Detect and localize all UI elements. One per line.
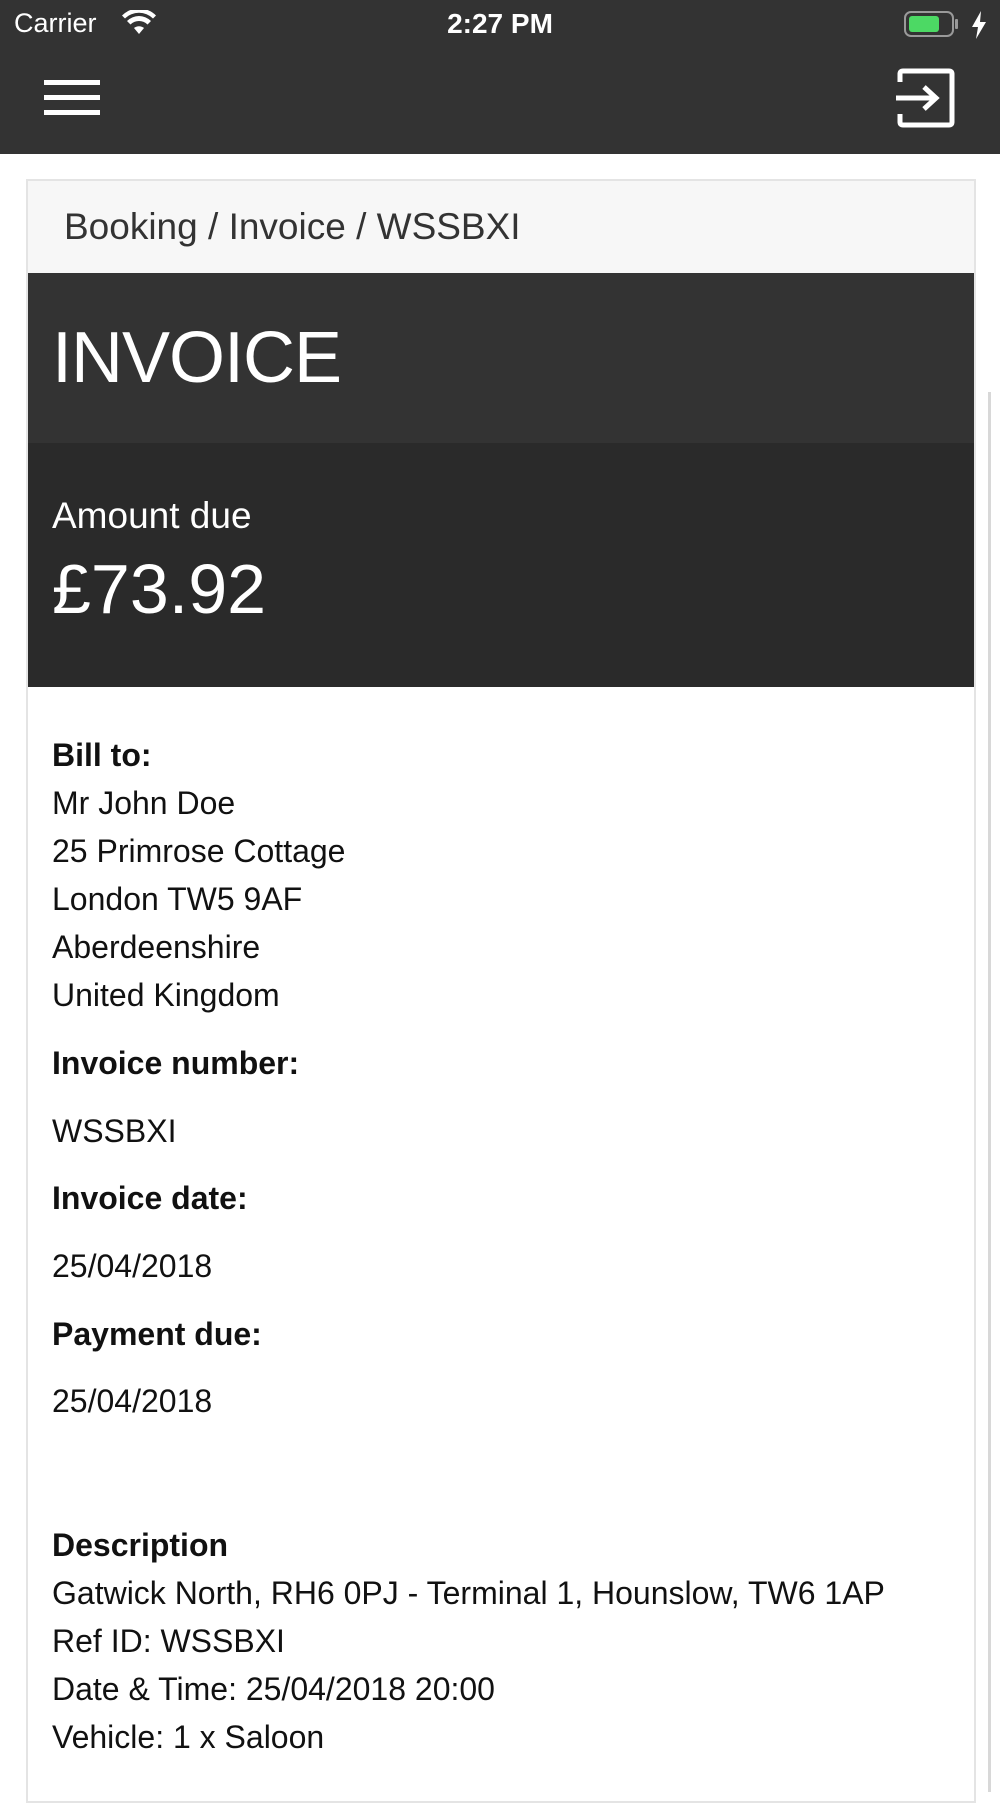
- bill-to-line: 25 Primrose Cottage: [52, 833, 346, 869]
- scrollbar[interactable]: [988, 392, 991, 1792]
- invoice-number-value: WSSBXI: [52, 1113, 177, 1149]
- payment-due-label: Payment due:: [52, 1316, 262, 1352]
- description-label: Description: [52, 1527, 229, 1563]
- bill-to-line: Aberdeenshire: [52, 929, 261, 965]
- description-line: Ref ID: WSSBXI: [52, 1623, 285, 1659]
- bill-to-line: London TW5 9AF: [52, 881, 303, 917]
- amount-due-panel: Amount due £73.92: [28, 443, 974, 687]
- breadcrumb-item-invoice[interactable]: Invoice: [229, 206, 346, 247]
- bill-to-line: United Kingdom: [52, 977, 280, 1013]
- invoice-card: Booking / Invoice / WSSBXI INVOICE Amoun…: [26, 179, 976, 1803]
- invoice-number-label: Invoice number:: [52, 1045, 300, 1081]
- invoice-date-label: Invoice date:: [52, 1180, 248, 1216]
- amount-due-label: Amount due: [52, 495, 252, 536]
- page-title: INVOICE: [52, 318, 342, 398]
- invoice-header: INVOICE: [28, 273, 974, 443]
- battery-icon: [904, 11, 958, 37]
- hamburger-menu-icon[interactable]: [44, 78, 100, 118]
- breadcrumb-item-booking[interactable]: Booking: [64, 206, 198, 247]
- description-line: Date & Time: 25/04/2018 20:00: [52, 1671, 495, 1707]
- logout-icon[interactable]: [896, 68, 956, 128]
- payment-due-value: 25/04/2018: [52, 1383, 213, 1419]
- invoice-date-value: 25/04/2018: [52, 1248, 213, 1284]
- status-bar: Carrier 2:27 PM: [0, 0, 1000, 50]
- charging-icon: [972, 11, 986, 39]
- breadcrumb-separator: /: [345, 206, 377, 247]
- amount-due-value: £73.92: [52, 550, 267, 628]
- breadcrumb: Booking / Invoice / WSSBXI: [28, 181, 974, 273]
- bill-to-line: Mr John Doe: [52, 785, 236, 821]
- breadcrumb-item-current: WSSBXI: [376, 206, 521, 247]
- description-line: Vehicle: 1 x Saloon: [52, 1719, 325, 1755]
- breadcrumb-separator: /: [197, 206, 229, 247]
- bill-to-label: Bill to:: [52, 737, 152, 773]
- clock-time: 2:27 PM: [447, 8, 553, 39]
- nav-bar: [0, 50, 1000, 154]
- description-line: Gatwick North, RH6 0PJ - Terminal 1, Hou…: [52, 1575, 885, 1611]
